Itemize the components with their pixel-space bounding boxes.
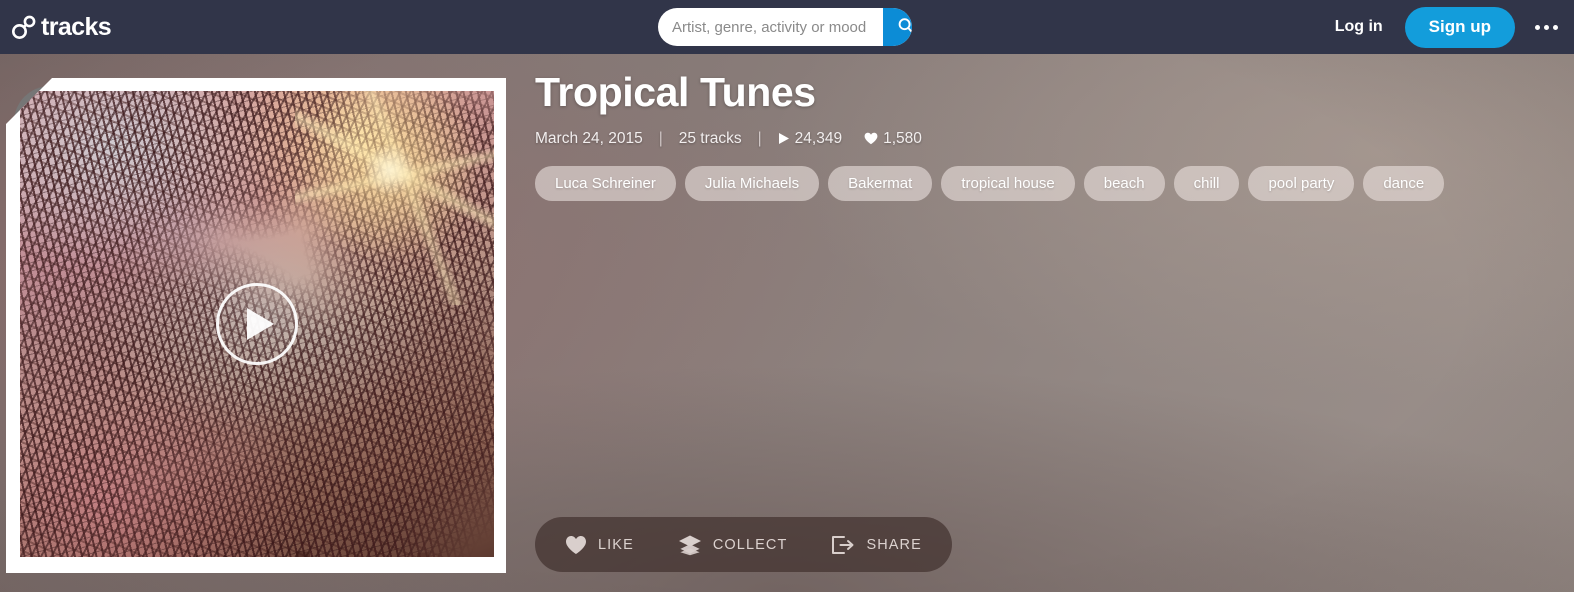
play-count-value: 24,349: [794, 129, 843, 147]
collect-button-label: COLLECT: [712, 536, 788, 553]
page-root: tracks Log in Sign up: [0, 0, 1574, 592]
collect-button[interactable]: COLLECT: [656, 517, 810, 572]
tag-list: Luca Schreiner Julia Michaels Bakermat t…: [535, 165, 1555, 201]
play-count-icon: [778, 132, 790, 145]
like-button-label: LIKE: [598, 536, 634, 553]
search-icon: [897, 17, 912, 38]
dot-1: [1535, 24, 1540, 30]
playlist-meta: March 24, 2015 | 25 tracks | 24,349 1,58…: [535, 130, 1555, 148]
play-button[interactable]: [216, 283, 298, 365]
like-button[interactable]: LIKE: [543, 517, 656, 572]
tag-chip[interactable]: Bakermat: [828, 165, 933, 201]
page-title: Tropical Tunes: [535, 69, 816, 115]
dot-3: [1553, 24, 1558, 30]
play-triangle-icon: [247, 308, 274, 340]
signup-button[interactable]: Sign up: [1404, 6, 1515, 48]
artwork-frame: [6, 78, 506, 573]
tag-chip[interactable]: tropical house: [941, 165, 1075, 201]
like-count-stat: 1,580: [864, 130, 922, 148]
login-link[interactable]: Log in: [1325, 12, 1393, 42]
share-button[interactable]: SHARE: [809, 517, 943, 572]
site-logo[interactable]: tracks: [10, 8, 112, 46]
infinity-logo-icon: [10, 13, 40, 41]
tag-chip[interactable]: Julia Michaels: [684, 165, 820, 201]
dot-2: [1544, 24, 1549, 30]
tag-chip[interactable]: chill: [1173, 165, 1240, 201]
logo-text: tracks: [41, 12, 112, 41]
heart-icon: [565, 535, 587, 555]
site-header: tracks Log in Sign up: [0, 0, 1574, 54]
header-actions: Log in Sign up: [1325, 0, 1560, 54]
tag-chip[interactable]: beach: [1083, 165, 1165, 201]
play-count-stat: 24,349: [778, 130, 842, 148]
playlist-action-bar: LIKE COLLECT SHARE: [535, 517, 952, 572]
search-input[interactable]: [658, 8, 883, 46]
tag-chip[interactable]: dance: [1363, 165, 1445, 201]
tag-chip[interactable]: Luca Schreiner: [535, 165, 676, 201]
playlist-details: Tropical Tunes March 24, 2015 | 25 track…: [535, 69, 1555, 201]
layers-icon: [678, 534, 702, 556]
search-bar[interactable]: [658, 8, 912, 46]
share-button-label: SHARE: [866, 536, 922, 553]
playlist-artwork[interactable]: [6, 78, 506, 573]
track-count: 25 tracks: [678, 129, 742, 147]
meta-separator-2: |: [757, 129, 762, 147]
overflow-menu-icon[interactable]: [1533, 17, 1560, 38]
artwork-photo: [20, 91, 494, 557]
tag-chip[interactable]: pool party: [1248, 165, 1355, 201]
share-export-icon: [831, 535, 855, 555]
heart-icon: [864, 132, 878, 145]
meta-separator-1: |: [658, 129, 663, 147]
search-submit-button[interactable]: [883, 8, 912, 46]
release-date: March 24, 2015: [535, 129, 643, 147]
like-count-value: 1,580: [883, 129, 922, 147]
